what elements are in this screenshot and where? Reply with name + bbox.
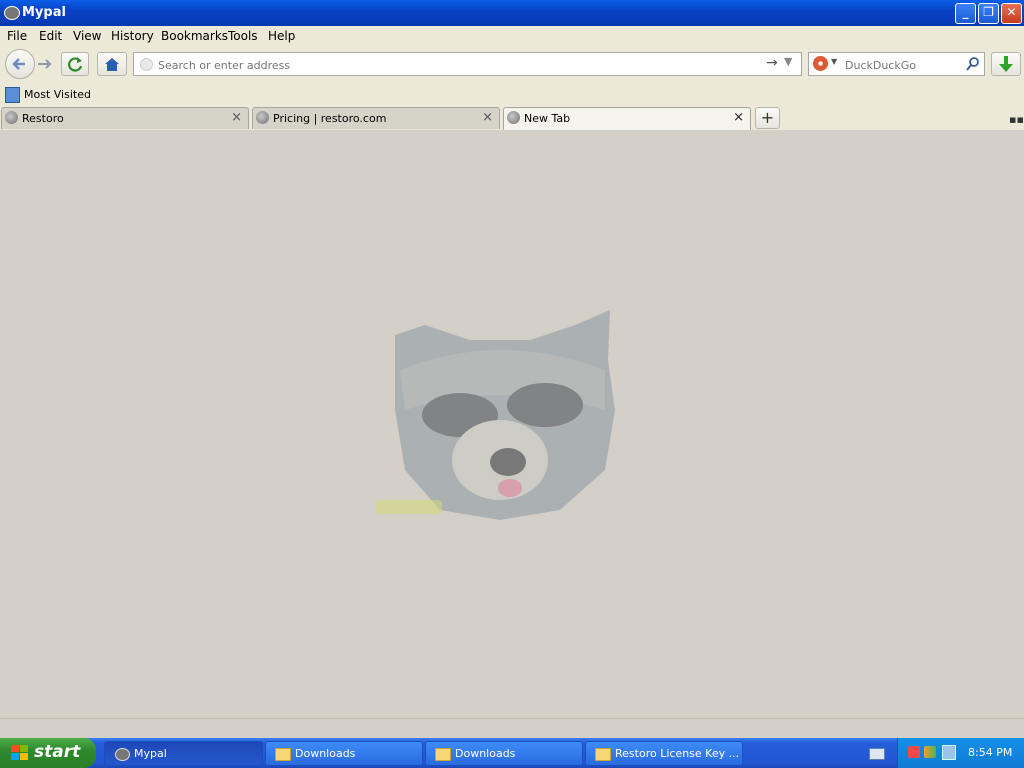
address-input[interactable] xyxy=(156,56,750,74)
menu-file[interactable]: File xyxy=(7,29,27,43)
address-bar[interactable]: → ▼ xyxy=(133,52,802,76)
reload-button[interactable] xyxy=(61,52,89,76)
tray-app-icon[interactable] xyxy=(908,746,920,758)
forward-arrow-icon xyxy=(38,59,52,69)
task-label: Restoro License Key ... xyxy=(615,747,740,760)
start-label: start xyxy=(34,742,81,762)
dropdown-arrow-icon[interactable]: ▼ xyxy=(784,55,792,68)
engine-dropdown-icon[interactable]: ▼ xyxy=(831,57,837,66)
search-bar[interactable]: ▼ xyxy=(808,52,985,76)
home-icon xyxy=(105,58,119,71)
close-button[interactable]: ✕ xyxy=(1001,3,1022,24)
globe-icon xyxy=(5,111,18,124)
tab-label: Restoro xyxy=(22,112,64,125)
tab-restoro[interactable]: Restoro × xyxy=(1,107,249,129)
windows-flag-icon xyxy=(11,745,28,761)
tab-groups-icon[interactable]: ▪▪ xyxy=(1009,113,1024,126)
start-button[interactable]: start xyxy=(0,738,96,768)
window-title: Mypal xyxy=(22,5,66,20)
back-button[interactable] xyxy=(5,49,35,79)
logo-smudge xyxy=(376,500,442,514)
taskbar-item-restoro-license[interactable]: Restoro License Key ... xyxy=(585,741,743,766)
forward-button[interactable] xyxy=(35,55,55,73)
most-visited-icon xyxy=(5,87,20,103)
clock: 8:54 PM xyxy=(968,746,1013,759)
mypal-icon xyxy=(115,748,130,761)
globe-icon xyxy=(507,111,520,124)
tab-close-icon[interactable]: × xyxy=(231,110,242,125)
task-label: Downloads xyxy=(295,747,356,760)
downloads-button[interactable] xyxy=(991,52,1021,76)
most-visited-label: Most Visited xyxy=(24,88,91,101)
taskbar-item-mypal[interactable]: Mypal xyxy=(104,741,263,766)
task-label: Downloads xyxy=(455,747,516,760)
search-input[interactable] xyxy=(843,56,967,74)
mypal-logo-icon xyxy=(4,6,20,20)
title-bar[interactable]: Mypal _ ❐ ✕ xyxy=(0,0,1024,26)
system-tray: 8:54 PM xyxy=(897,738,1024,768)
minimize-button[interactable]: _ xyxy=(955,3,976,24)
restore-button[interactable]: ❐ xyxy=(978,3,999,24)
new-tab-button[interactable]: + xyxy=(755,107,780,129)
tab-pricing[interactable]: Pricing | restoro.com × xyxy=(252,107,500,129)
tab-label: Pricing | restoro.com xyxy=(273,112,387,125)
tab-label: New Tab xyxy=(524,112,571,125)
taskbar-item-downloads-1[interactable]: Downloads xyxy=(265,741,423,766)
folder-icon xyxy=(595,748,611,761)
tray-app-icon[interactable] xyxy=(924,746,936,758)
menu-help[interactable]: Help xyxy=(268,29,295,43)
globe-icon xyxy=(256,111,269,124)
menu-bookmarks[interactable]: Bookmarks xyxy=(161,29,228,43)
menu-edit[interactable]: Edit xyxy=(39,29,62,43)
status-bar xyxy=(0,718,1024,739)
folder-icon xyxy=(275,748,291,761)
menu-view[interactable]: View xyxy=(73,29,101,43)
keyboard-icon[interactable] xyxy=(869,748,885,760)
raccoon-logo-icon xyxy=(395,310,615,520)
go-arrow-icon[interactable]: → xyxy=(766,55,778,71)
menu-history[interactable]: History xyxy=(111,29,154,43)
search-icon[interactable] xyxy=(966,57,980,71)
new-tab-page xyxy=(0,130,1024,718)
duckduckgo-icon[interactable] xyxy=(813,56,828,71)
bookmarks-toolbar xyxy=(0,84,1024,106)
folder-icon xyxy=(435,748,451,761)
taskbar-item-downloads-2[interactable]: Downloads xyxy=(425,741,583,766)
back-arrow-icon xyxy=(12,58,25,70)
task-label: Mypal xyxy=(134,747,167,760)
menu-tools[interactable]: Tools xyxy=(228,29,258,43)
tab-new-tab[interactable]: New Tab × xyxy=(503,107,751,131)
home-button[interactable] xyxy=(97,52,127,76)
reload-icon xyxy=(68,57,83,72)
tab-close-icon[interactable]: × xyxy=(482,110,493,125)
download-arrow-icon xyxy=(999,56,1013,72)
page-identity-icon xyxy=(140,58,153,71)
network-icon[interactable] xyxy=(942,745,956,760)
tab-close-icon[interactable]: × xyxy=(733,110,744,125)
most-visited-bookmark[interactable]: Most Visited xyxy=(4,86,94,104)
